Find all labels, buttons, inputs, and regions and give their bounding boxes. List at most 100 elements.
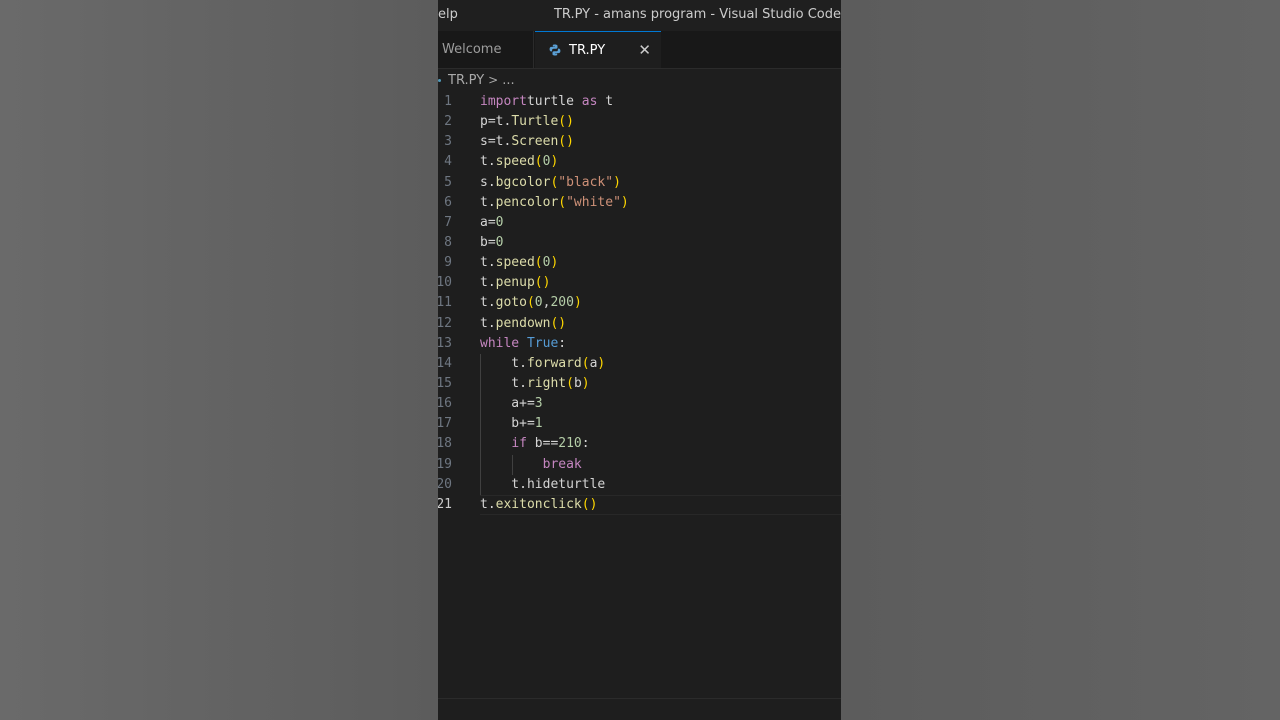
code-line[interactable]: 3 s=t.Screen(): [438, 132, 841, 152]
code-text: a+=3: [480, 394, 543, 414]
code-token: bgcolor: [495, 174, 551, 190]
breadcrumb-file[interactable]: TR.PY: [448, 73, 484, 88]
code-token: (): [534, 275, 551, 291]
code-token: (): [558, 134, 574, 150]
code-editor[interactable]: 1 importturtle as t 2 p=t.Turtle() 3 s=t.Scre…: [438, 92, 841, 516]
code-text: t.forward(a): [480, 354, 605, 374]
code-token: t.: [480, 355, 527, 371]
code-token: a+=: [480, 396, 535, 412]
code-line[interactable]: 5 s.bgcolor("black"): [438, 173, 841, 193]
close-icon[interactable]: ✕: [638, 41, 651, 59]
code-token: :: [558, 335, 567, 351]
code-line[interactable]: 18 if b==210:: [438, 434, 841, 454]
vscode-window: elp TR.PY - amans program - Visual Studi…: [438, 0, 841, 720]
code-token: break: [542, 456, 582, 472]
python-file-icon: [438, 78, 441, 82]
line-number: 19: [438, 456, 452, 472]
code-line[interactable]: 12 t.pendown(): [438, 314, 841, 334]
background-right: [841, 0, 1280, 720]
code-token: (: [534, 154, 543, 170]
line-number: 4: [444, 154, 452, 170]
line-number: 7: [444, 214, 452, 230]
menu-help[interactable]: elp: [438, 7, 458, 22]
code-token: (): [581, 496, 598, 512]
code-token: p=t.: [480, 114, 512, 130]
code-token: penup: [495, 275, 535, 291]
code-text: t.exitonclick(): [480, 495, 597, 515]
code-token: if: [511, 436, 527, 452]
tab-tr-py[interactable]: TR.PY ✕: [535, 31, 661, 68]
code-token: 0: [534, 295, 543, 311]
code-line[interactable]: 13 while True:: [438, 334, 841, 354]
line-number: 9: [444, 255, 452, 271]
line-number: 1: [444, 94, 452, 109]
code-token: Turtle: [511, 114, 559, 130]
code-line[interactable]: 11 t.goto(0,200): [438, 293, 841, 313]
code-token: b=: [480, 234, 496, 250]
code-text: s.bgcolor("black"): [480, 173, 621, 193]
code-line[interactable]: 7 a=0: [438, 213, 841, 233]
code-line[interactable]: 19 break: [438, 455, 841, 475]
line-number: 12: [438, 315, 452, 331]
code-line[interactable]: 9 t.speed(0): [438, 253, 841, 273]
breadcrumb-symbols[interactable]: ...: [502, 73, 514, 88]
code-text: while True:: [480, 334, 566, 354]
code-token: goto: [495, 295, 527, 311]
code-token: True: [526, 335, 559, 351]
code-token: 1: [534, 416, 543, 432]
code-token: ): [550, 154, 559, 170]
code-line[interactable]: 21 t.exitonclick(): [438, 494, 841, 516]
code-line[interactable]: 14 t.forward(a): [438, 354, 841, 374]
code-line[interactable]: 15 t.right(b): [438, 374, 841, 394]
code-token: "white": [566, 194, 621, 210]
tab-bar: Welcome TR.PY ✕: [438, 31, 841, 69]
line-number: 3: [444, 134, 452, 150]
line-number: 10: [438, 275, 452, 291]
code-text: p=t.Turtle(): [480, 112, 574, 132]
code-token: (: [558, 194, 567, 210]
code-line[interactable]: 1 importturtle as t: [438, 92, 841, 112]
code-line[interactable]: 16 a+=3: [438, 394, 841, 414]
code-line[interactable]: 6 t.pencolor("white"): [438, 193, 841, 213]
code-text: b=0: [480, 233, 503, 253]
code-token: 200: [550, 295, 574, 311]
code-token: s.: [480, 174, 496, 190]
code-token: t.: [480, 315, 496, 331]
python-file-icon: [549, 44, 561, 56]
window-title: TR.PY - amans program - Visual Studio Co…: [553, 7, 841, 22]
code-token: 210: [558, 436, 582, 452]
code-text: a=0: [480, 213, 503, 233]
background-left: [0, 0, 438, 720]
code-line[interactable]: 20 t.hideturtle: [438, 475, 841, 495]
tab-welcome[interactable]: Welcome: [438, 31, 534, 68]
code-text: t.right(b): [480, 374, 589, 394]
code-token: t.: [480, 496, 496, 512]
code-text: if b==210:: [480, 434, 590, 454]
line-number: 5: [444, 174, 452, 190]
code-line[interactable]: 8 b=0: [438, 233, 841, 253]
line-number: 18: [438, 436, 452, 452]
title-bar: elp TR.PY - amans program - Visual Studi…: [438, 0, 841, 31]
line-number: 13: [438, 335, 452, 351]
code-token: pencolor: [495, 194, 559, 210]
code-line[interactable]: 2 p=t.Turtle(): [438, 112, 841, 132]
code-token: :: [581, 436, 590, 452]
line-number: 14: [438, 355, 452, 371]
code-line[interactable]: 17 b+=1: [438, 414, 841, 434]
line-number: 15: [438, 375, 452, 391]
code-line[interactable]: 4 t.speed(0): [438, 152, 841, 172]
code-text: t.pendown(): [480, 314, 566, 334]
code-token: while: [480, 335, 520, 351]
code-token: s=t.: [480, 134, 512, 150]
code-text: b+=1: [480, 414, 543, 434]
code-token: 3: [534, 396, 543, 412]
code-token: t.: [480, 255, 496, 271]
code-token: right: [526, 375, 567, 391]
code-token: t.: [480, 275, 496, 291]
code-line[interactable]: 10 t.penup(): [438, 273, 841, 293]
code-token: import: [480, 94, 527, 109]
code-token: pendown: [495, 315, 551, 331]
code-text: s=t.Screen(): [480, 132, 574, 152]
code-token: t.: [480, 194, 496, 210]
